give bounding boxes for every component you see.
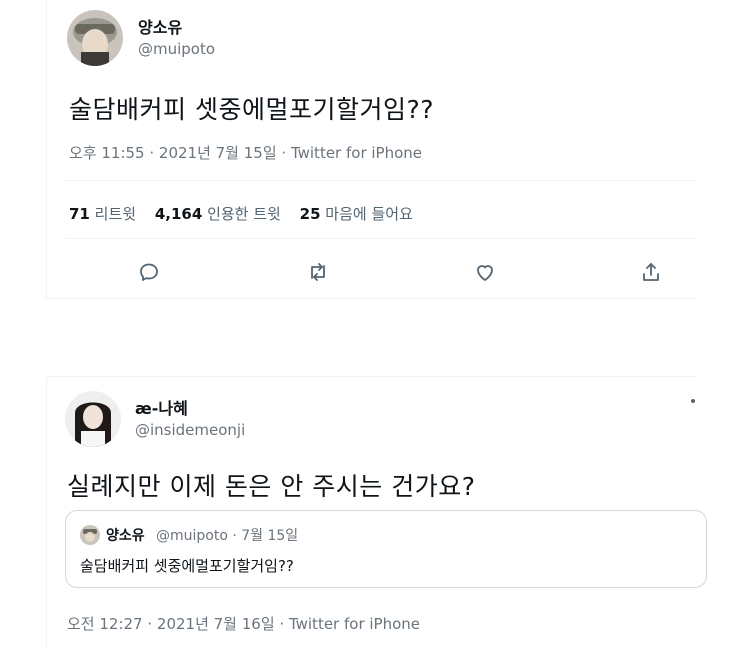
like-icon[interactable] <box>473 260 499 286</box>
tweet-timestamp[interactable]: 오전 12:27 · 2021년 7월 16일 · Twitter for iP… <box>67 613 420 634</box>
quoted-tweet[interactable]: 양소유 @muipoto · 7월 15일 술담배커피 셋중에멀포기할거임?? <box>65 510 707 588</box>
quoted-meta: @muipoto · 7월 15일 <box>156 528 299 544</box>
like-stat[interactable]: 25 마음에 들어요 <box>300 205 413 223</box>
user-handle[interactable]: @insidemeonji <box>135 421 245 439</box>
retweet-stat[interactable]: 71 리트윗 <box>69 205 136 223</box>
user-handle[interactable]: @muipoto <box>138 40 215 58</box>
avatar[interactable] <box>65 391 121 447</box>
quoted-display-name: 양소유 <box>106 528 145 544</box>
display-name[interactable]: 양소유 <box>138 14 182 38</box>
quote-count: 4,164 <box>154 205 203 223</box>
quote-label: 인용한 트윗 <box>207 205 281 223</box>
display-name[interactable]: æ-나혜 <box>135 395 188 419</box>
quote-stat[interactable]: 4,164 인용한 트윗 <box>155 205 281 223</box>
like-count: 25 <box>299 205 321 223</box>
tweet-card: 양소유 @muipoto 술담배커피 셋중에멀포기할거임?? 오후 11:55 … <box>46 0 697 299</box>
tweet-stats: 71 리트윗 4,164 인용한 트윗 25 마음에 들어요 <box>69 203 427 224</box>
divider <box>65 180 697 181</box>
share-icon[interactable] <box>639 260 665 286</box>
tweet-text: 술담배커피 셋중에멀포기할거임?? <box>69 95 434 124</box>
avatar[interactable] <box>67 10 123 66</box>
retweet-count: 71 <box>69 205 90 223</box>
tweet-timestamp[interactable]: 오후 11:55 · 2021년 7월 15일 · Twitter for iP… <box>69 142 422 163</box>
divider <box>65 238 697 239</box>
quoted-text: 술담배커피 셋중에멀포기할거임?? <box>80 557 294 575</box>
retweet-label: 리트윗 <box>94 205 137 223</box>
reply-icon[interactable] <box>137 260 163 286</box>
tweet-card: æ-나혜 @insidemeonji 실례지만 이제 돈은 안 주시는 건가요?… <box>46 376 707 650</box>
more-icon[interactable] <box>691 399 695 403</box>
like-label: 마음에 들어요 <box>325 205 413 223</box>
tweet-text: 실례지만 이제 돈은 안 주시는 건가요? <box>67 472 476 501</box>
retweet-icon[interactable] <box>306 260 332 286</box>
avatar <box>80 525 100 545</box>
